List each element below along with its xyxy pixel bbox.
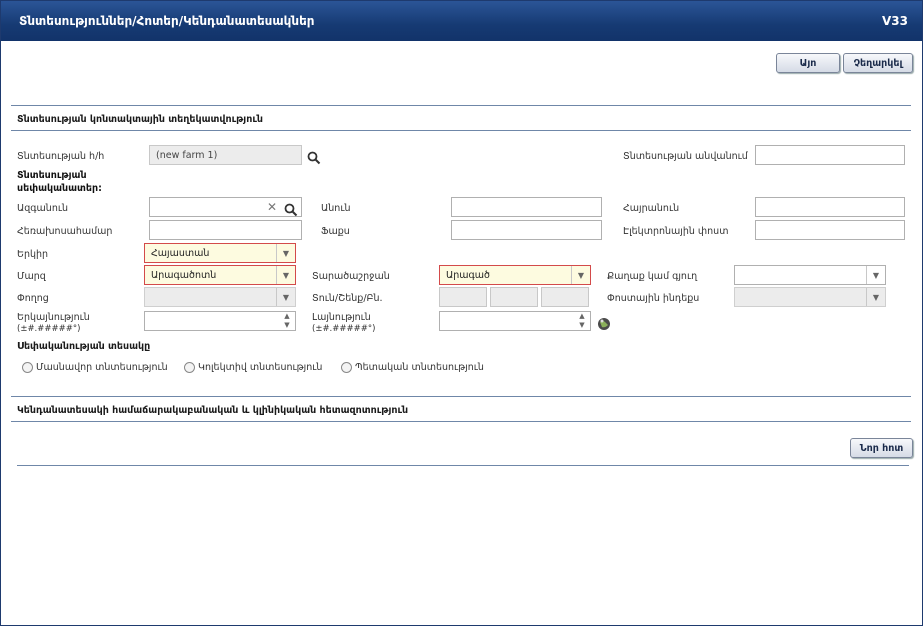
farm-name-label: Տնտեսության անվանում: [623, 151, 748, 162]
surname-input[interactable]: [149, 197, 302, 217]
country-label: Երկիր: [17, 249, 49, 260]
search-icon[interactable]: [284, 203, 298, 217]
house-input: [439, 287, 487, 307]
chevron-down-icon[interactable]: ▼: [276, 244, 295, 262]
community-select[interactable]: Արագած ▼: [439, 265, 591, 285]
farm-no-field: (new farm 1): [149, 145, 302, 165]
patronymic-input[interactable]: [755, 197, 905, 217]
street-select: ▼: [144, 287, 296, 307]
divider: [17, 465, 909, 466]
region-label: Մարզ: [17, 271, 46, 282]
ownership-title: Սեփականության տեսակը: [17, 341, 151, 352]
spinner-icon[interactable]: ▲ ▼: [279, 312, 295, 330]
longitude-input[interactable]: ▲ ▼: [144, 311, 296, 331]
version-label: V33: [882, 14, 908, 28]
latitude-hint: (±#.#####°): [312, 324, 376, 334]
region-select[interactable]: Արագածոտն ▼: [144, 265, 296, 285]
building-label: Տուն/Շենք/Բն.: [312, 293, 383, 304]
farm-no-label: Տնտեսության հ/հ: [17, 151, 105, 162]
latitude-label: Լայնություն: [312, 312, 371, 323]
title-bar: Տնտեսություններ/Հոտեր/Կենդանատեսակներ V3…: [1, 1, 922, 41]
city-select[interactable]: ▼: [734, 265, 886, 285]
country-select[interactable]: Հայաստան ▼: [144, 243, 296, 263]
email-input[interactable]: [755, 220, 905, 240]
building-input: [490, 287, 538, 307]
ok-button[interactable]: Այո: [776, 53, 840, 73]
divider: [11, 396, 911, 397]
cancel-button[interactable]: Չեղարկել: [843, 53, 913, 73]
name-label: Անուն: [321, 203, 351, 214]
farm-window: Տնտեսություններ/Հոտեր/Կենդանատեսակներ V3…: [0, 0, 923, 626]
ownership-collective-label: Կոլեկտիվ տնտեսություն: [198, 362, 323, 373]
name-input[interactable]: [451, 197, 602, 217]
chevron-down-icon: ▼: [276, 288, 295, 306]
community-label: Տարածաշրջան: [312, 271, 390, 282]
divider: [11, 421, 911, 422]
chevron-down-icon: ▼: [866, 288, 885, 306]
owners-label: Տնտեսության սեփականատեր:: [17, 170, 102, 194]
search-icon[interactable]: [307, 151, 321, 165]
fax-label: Ֆաքս: [321, 226, 350, 237]
phone-label: Հեռախոսահամար: [17, 226, 113, 237]
region-value: Արագածոտն: [151, 270, 217, 281]
chevron-down-icon[interactable]: ▼: [571, 266, 590, 284]
country-value: Հայաստան: [151, 248, 210, 259]
window-title: Տնտեսություններ/Հոտեր/Կենդանատեսակներ: [19, 14, 315, 28]
section-species-title: Կենդանատեսակի համաճարակաբանական և կլինիկ…: [17, 405, 409, 416]
farm-name-input[interactable]: [755, 145, 905, 165]
patronymic-label: Հայրանուն: [623, 203, 680, 214]
apartment-input: [541, 287, 589, 307]
community-value: Արագած: [446, 270, 490, 281]
phone-input[interactable]: [149, 220, 302, 240]
postal-label: Փոստային ինդեքս: [607, 293, 700, 304]
email-label: Էլեկտրոնային փոստ: [623, 226, 729, 237]
new-herd-button[interactable]: Նոր հոտ: [850, 438, 913, 458]
section-contact-title: Տնտեսության կոնտակտային տեղեկատվություն: [17, 114, 263, 125]
latitude-input[interactable]: ▲ ▼: [439, 311, 591, 331]
fax-input[interactable]: [451, 220, 602, 240]
surname-label: Ազգանուն: [17, 203, 69, 214]
ownership-state-radio[interactable]: [341, 362, 352, 373]
longitude-hint: (±#.#####°): [17, 324, 81, 334]
longitude-label: Երկայնություն: [17, 312, 90, 323]
ownership-private-radio[interactable]: [22, 362, 33, 373]
ownership-state-label: Պետական տնտեսություն: [355, 362, 484, 373]
chevron-down-icon[interactable]: ▼: [276, 266, 295, 284]
ownership-private-label: Մասնավոր տնտեսություն: [36, 362, 168, 373]
divider: [11, 130, 911, 131]
globe-icon[interactable]: [597, 317, 611, 331]
postal-select: ▼: [734, 287, 886, 307]
street-label: Փողոց: [17, 293, 49, 304]
chevron-down-icon[interactable]: ▼: [866, 266, 885, 284]
spinner-icon[interactable]: ▲ ▼: [574, 312, 590, 330]
divider: [11, 105, 911, 106]
city-label: Քաղաք կամ գյուղ: [607, 271, 698, 282]
farm-no-value: (new farm 1): [156, 150, 218, 161]
clear-icon[interactable]: ✕: [267, 200, 277, 214]
ownership-collective-radio[interactable]: [184, 362, 195, 373]
